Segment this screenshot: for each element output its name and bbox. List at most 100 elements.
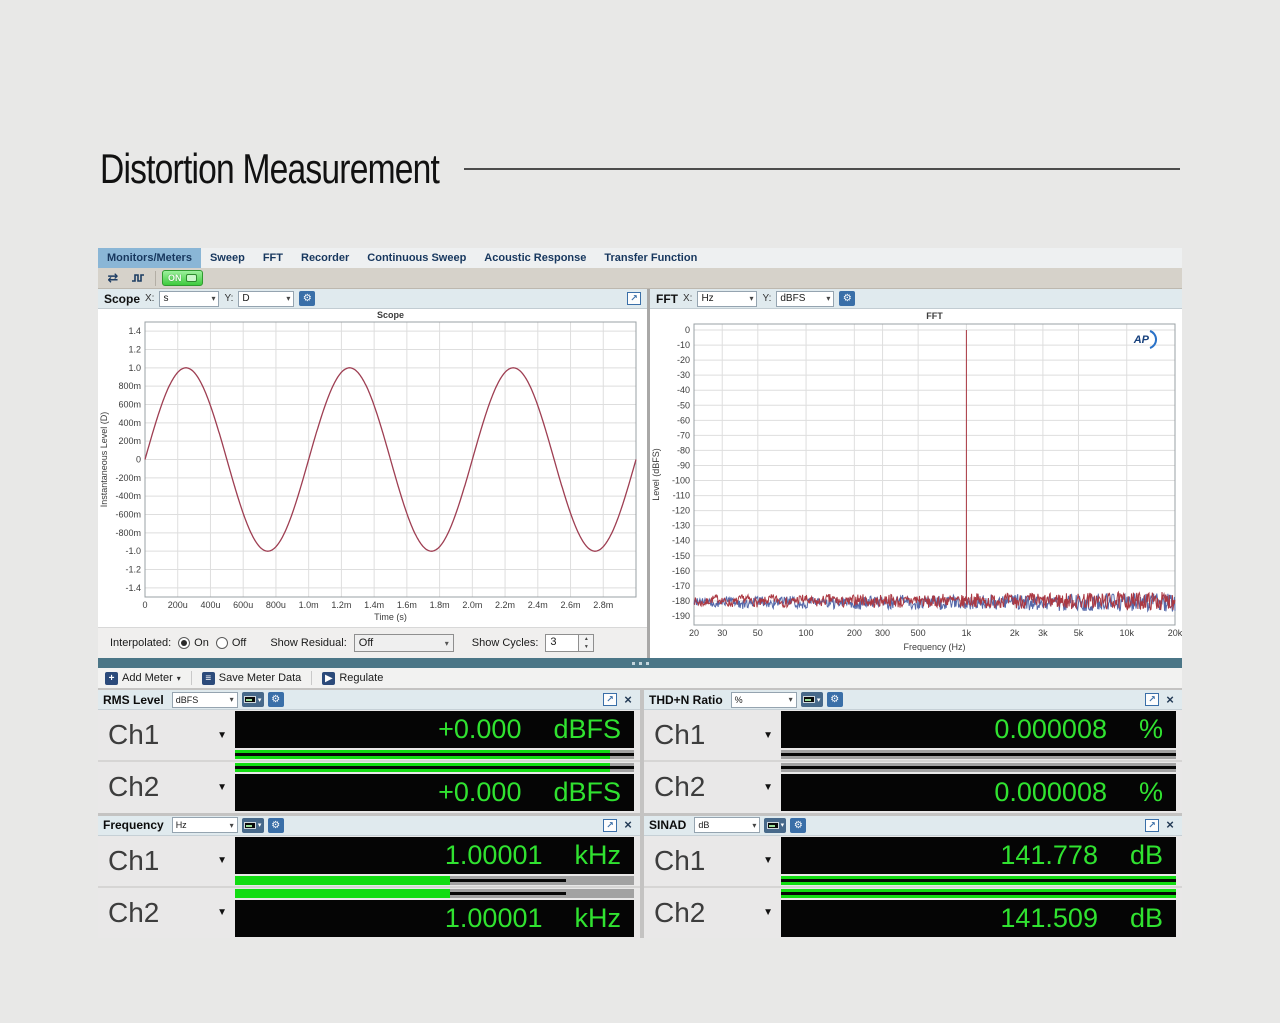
meter-settings-gear-icon[interactable]: ⚙ <box>267 692 284 707</box>
svg-text:2.4m: 2.4m <box>528 600 548 610</box>
channel-label-col[interactable]: Ch2 ▼ <box>98 889 235 937</box>
generator-icon <box>185 274 197 282</box>
channel-label-col[interactable]: Ch2 ▼ <box>98 763 235 811</box>
monitor-panels: Scope X: s ▾ Y: D ▾ ⚙ ↗ 1.4 1.2 1.0 800m… <box>98 289 1182 658</box>
tab-fft[interactable]: FFT <box>254 248 292 268</box>
svg-text:2.2m: 2.2m <box>495 600 515 610</box>
meter-display-mode-button[interactable]: ▾ <box>764 817 787 833</box>
bar-meter-icon <box>243 821 256 829</box>
level-bar-peak-line <box>781 891 1176 895</box>
channel-row-ch2: Ch2 ▼ 0.000008% <box>644 760 1182 812</box>
channel-row-ch1: Ch1 ▼ 141.778 dB <box>644 836 1182 886</box>
chevron-down-icon: ▾ <box>749 294 754 303</box>
level-bar-peak-line <box>781 753 1176 756</box>
meter-unit-select[interactable]: % ▾ <box>730 691 797 708</box>
tab-acoustic-response[interactable]: Acoustic Response <box>475 248 595 268</box>
tab-monitors-meters[interactable]: Monitors/Meters <box>98 248 201 268</box>
svg-text:1.4m: 1.4m <box>364 600 384 610</box>
channel-value: +0.000 <box>438 714 522 744</box>
show-residual-select[interactable]: Off ▾ <box>353 634 454 652</box>
svg-text:600u: 600u <box>233 600 253 610</box>
tab-sweep[interactable]: Sweep <box>201 248 254 268</box>
top-toolbar: ⇄ ON <box>98 268 1182 289</box>
regulate-button[interactable]: ▶ Regulate <box>320 671 385 685</box>
bar-meter-icon <box>243 696 256 703</box>
io-settings-icon[interactable]: ⇄ <box>102 270 124 287</box>
channel-unit: dB <box>1129 839 1163 870</box>
meter-popout-icon[interactable]: ↗ <box>603 818 617 832</box>
fft-panel-header: FFT X: Hz ▾ Y: dBFS ▾ ⚙ <box>650 289 1182 309</box>
meter-display-mode-button[interactable]: ▾ <box>241 692 264 707</box>
svg-text:-400m: -400m <box>115 491 141 501</box>
meter-body: Ch1 ▼ 141.778 dB Ch2 ▼ 141.509 dB <box>644 836 1182 939</box>
interpolated-off-radio[interactable]: Off <box>215 637 246 649</box>
fft-y-select[interactable]: dBFS ▾ <box>776 290 835 307</box>
channel-value: 141.778 <box>1000 839 1098 870</box>
meter-close-icon[interactable]: × <box>621 693 635 707</box>
svg-text:-110: -110 <box>673 491 690 501</box>
meter-popout-icon[interactable]: ↗ <box>1145 693 1159 706</box>
svg-text:-40: -40 <box>677 385 690 395</box>
meter-close-icon[interactable]: × <box>1163 818 1177 832</box>
level-bar-peak-line <box>781 878 1176 882</box>
tab-continuous-sweep[interactable]: Continuous Sweep <box>358 248 475 268</box>
show-cycles-input[interactable]: 3 <box>545 634 580 652</box>
show-cycles-spinner[interactable]: ▲ ▼ <box>579 634 595 652</box>
meter-close-icon[interactable]: × <box>621 818 635 832</box>
meter-title: Frequency <box>103 818 164 832</box>
level-bar <box>781 750 1176 759</box>
svg-text:-20: -20 <box>677 355 690 365</box>
add-meter-button[interactable]: + Add Meter ▾ <box>103 671 183 685</box>
meter-unit-select[interactable]: dB ▾ <box>694 817 761 833</box>
svg-text:20: 20 <box>689 628 699 638</box>
channel-label-col[interactable]: Ch2 ▼ <box>644 889 781 937</box>
generator-on-button[interactable]: ON <box>162 270 203 286</box>
horizontal-splitter[interactable] <box>98 658 1182 668</box>
scope-x-select[interactable]: s ▾ <box>159 290 220 307</box>
svg-text:-170: -170 <box>672 581 690 591</box>
fft-x-select[interactable]: Hz ▾ <box>697 290 758 307</box>
scope-popout-icon[interactable]: ↗ <box>627 292 641 305</box>
toolbar-separator <box>190 671 192 685</box>
chevron-down-icon: ▾ <box>229 820 234 830</box>
chevron-down-icon: ▾ <box>257 696 262 704</box>
channel-label-col[interactable]: Ch1 ▼ <box>98 837 235 885</box>
save-meter-data-button[interactable]: ≡ Save Meter Data <box>200 671 304 685</box>
meter-close-icon[interactable]: × <box>1163 693 1177 707</box>
scope-y-select[interactable]: D ▾ <box>238 290 295 307</box>
chevron-down-icon: ▾ <box>257 822 262 829</box>
channel-label-col[interactable]: Ch1 ▼ <box>644 711 781 759</box>
meter-display-mode-button[interactable]: ▾ <box>241 817 264 833</box>
scope-settings-gear-icon[interactable]: ⚙ <box>299 291 316 306</box>
meter-unit-select[interactable]: dBFS ▾ <box>171 691 238 708</box>
tab-recorder[interactable]: Recorder <box>292 248 358 268</box>
scope-footer: Interpolated: On Off Show Residual: Off … <box>98 627 647 658</box>
svg-text:-30: -30 <box>677 370 690 380</box>
channel-label-col[interactable]: Ch1 ▼ <box>644 837 781 885</box>
channel-value-col: 141.509 dB <box>781 888 1176 937</box>
channel-value-display: 1.00001 kHz <box>235 836 634 874</box>
fft-y-label: Y: <box>762 293 772 304</box>
chevron-down-icon: ▼ <box>217 907 227 919</box>
interpolated-on-radio[interactable]: On <box>178 637 209 649</box>
meter-settings-gear-icon[interactable]: ⚙ <box>790 817 807 833</box>
fft-settings-gear-icon[interactable]: ⚙ <box>839 291 856 306</box>
channel-label-col[interactable]: Ch1 ▼ <box>98 711 235 759</box>
meter-popout-icon[interactable]: ↗ <box>1145 818 1159 832</box>
tab-transfer-function[interactable]: Transfer Function <box>595 248 706 268</box>
svg-text:Instantaneous Level (D): Instantaneous Level (D) <box>99 412 109 508</box>
meter-settings-gear-icon[interactable]: ⚙ <box>826 692 843 707</box>
svg-text:10k: 10k <box>1119 628 1134 638</box>
svg-text:1.6m: 1.6m <box>397 600 417 610</box>
svg-text:1.4: 1.4 <box>128 326 141 336</box>
chevron-down-icon: ▾ <box>826 294 831 303</box>
meter-unit-select[interactable]: Hz ▾ <box>171 817 238 833</box>
meter-display-mode-button[interactable]: ▾ <box>800 692 823 707</box>
svg-text:1.0m: 1.0m <box>299 600 319 610</box>
meter-settings-gear-icon[interactable]: ⚙ <box>267 817 284 833</box>
meter-popout-icon[interactable]: ↗ <box>603 693 617 706</box>
level-bar <box>781 875 1176 885</box>
svg-text:5k: 5k <box>1074 628 1084 638</box>
signal-monitor-icon[interactable] <box>127 270 149 287</box>
channel-label-col[interactable]: Ch2 ▼ <box>644 763 781 811</box>
